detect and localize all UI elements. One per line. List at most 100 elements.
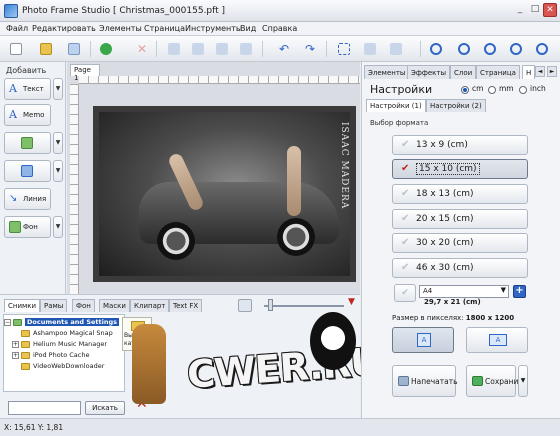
tab-layers[interactable]: Слои [450,65,477,79]
paper-size-select[interactable]: A4 ▼ [419,285,509,298]
canvas-area[interactable]: Page 1 ISAAC MADERA [67,62,360,294]
add-format-button[interactable]: + [513,285,526,298]
tabs-next-icon[interactable]: ► [547,66,557,77]
format-30x20-button[interactable]: ✔ 30 x 20 (cm) [392,233,528,253]
clear-search-icon[interactable]: ✕ [136,397,150,411]
tab-backgrounds[interactable]: Фон [72,299,95,312]
tabs-prev-icon[interactable]: ◄ [535,66,545,77]
subtab-settings-1[interactable]: Настройки (1) [366,99,426,112]
format-18x13-button[interactable]: ✔ 18 x 13 (cm) [392,184,528,204]
landscape-button[interactable]: A [466,327,528,353]
tab-clipart[interactable]: Клипарт [130,299,170,312]
format-15x10-button[interactable]: ✔ 15 x 10 (cm) [392,159,528,179]
down-arrow-icon[interactable]: ▼ [348,297,355,307]
add-background-dropdown[interactable]: ▼ [53,216,63,238]
arrange-icon [240,43,252,55]
subtab-settings-2[interactable]: Настройки (2) [426,99,486,112]
send-back-button[interactable] [214,41,230,57]
close-button[interactable]: ✕ [543,3,557,17]
add-text-dropdown[interactable]: ▼ [53,78,63,100]
print-button[interactable]: Напечатать [392,365,458,397]
add-shape-button[interactable] [4,160,51,182]
minimize-button[interactable]: _ [513,3,527,17]
add-background-button[interactable]: Фон [4,216,51,238]
new-button[interactable] [8,41,24,57]
format-20x15-button[interactable]: ✔ 20 x 15 (cm) [392,209,528,229]
tree-item-label: iPod Photo Cache [33,351,90,359]
undo-button[interactable]: ↶ [276,41,292,57]
folder-tree[interactable]: − Documents and Settings Ashampoo Magica… [3,314,125,392]
folder-icon [21,330,30,337]
add-image-button[interactable] [4,132,51,154]
menu-page[interactable]: Страница [144,24,185,33]
tab-photos[interactable]: Снимки [4,299,41,312]
select-folder-tile[interactable]: Выбрать каталог [122,317,152,351]
arrange-button[interactable] [238,41,254,57]
zoom-fit-button[interactable] [482,41,498,57]
tree-item[interactable]: VideoWebDownloader [12,361,124,372]
tab-masks[interactable]: Маски [99,299,130,312]
thumbnail-view-button[interactable] [238,299,252,312]
toolbar-separator [156,41,157,57]
add-shape-dropdown[interactable]: ▼ [53,160,63,182]
tab-effects[interactable]: Эффекты [407,65,450,79]
tree-item[interactable]: − Documents and Settings [4,317,124,328]
page-tab[interactable]: Page 1 [70,64,100,82]
menu-file[interactable]: Файл [6,24,28,33]
bring-front-button[interactable] [190,41,206,57]
save-toolbar-button[interactable] [66,41,82,57]
search-input[interactable] [8,401,81,415]
save-dropdown[interactable]: ▼ [518,365,528,397]
tree-item[interactable]: Ashampoo Magical Snap [12,328,124,339]
add-memo-button[interactable]: A Memo [4,104,51,126]
align-button[interactable] [166,41,182,57]
expand-icon[interactable]: + [12,352,19,359]
tab-page[interactable]: Страница [476,65,520,79]
menu-tools[interactable]: Инструменты [185,24,242,33]
add-text-button[interactable]: A Текст [4,78,51,100]
tab-frames[interactable]: Рамы [40,299,68,312]
toolbar-separator [90,41,91,57]
add-line-button[interactable]: ↘ Линия [4,188,51,210]
portrait-button[interactable]: A [392,327,454,353]
tree-item[interactable]: + iPod Photo Cache [12,350,124,361]
format-13x9-button[interactable]: ✔ 13 x 9 (cm) [392,135,528,155]
menu-edit[interactable]: Редактировать [32,24,96,33]
tree-item[interactable]: + Helium Music Manager [12,339,124,350]
add-image-dropdown[interactable]: ▼ [53,132,63,154]
zoom-actual-button[interactable] [508,41,524,57]
unit-cm-label: cm [472,84,484,93]
delete-button[interactable]: ✕ [134,41,150,57]
crop-button[interactable] [362,41,378,57]
save-button[interactable]: Сохранить [466,365,527,397]
format-46x30-button[interactable]: ✔ 46 x 30 (cm) [392,258,528,278]
resize-button[interactable] [388,41,404,57]
menu-elements[interactable]: Элементы [99,24,142,33]
unit-inch-radio[interactable] [519,86,527,94]
select-all-button[interactable] [336,41,352,57]
redo-button[interactable]: ↷ [302,41,318,57]
open-button[interactable] [38,41,54,57]
slider-handle[interactable] [268,299,273,311]
custom-format-check[interactable]: ✔ [394,284,416,302]
help-toolbar-button[interactable] [534,41,550,57]
add-element-button[interactable] [98,41,114,57]
photo-image[interactable]: ISAAC MADERA [99,112,350,276]
menu-help[interactable]: Справка [262,24,297,33]
unit-cm-radio[interactable] [461,86,469,94]
tab-elements[interactable]: Элементы [364,65,410,79]
settings-title: Настройки [370,83,433,96]
unit-mm-radio[interactable] [488,86,496,94]
expand-icon[interactable]: + [12,341,19,348]
check-icon: ✔ [401,262,410,273]
maximize-button[interactable]: □ [528,3,542,17]
thumbnail-size-slider[interactable] [264,305,344,307]
tab-textfx[interactable]: Text FX [169,299,203,312]
search-button[interactable]: Искать [85,401,125,415]
menu-view[interactable]: Вид [240,24,256,33]
zoom-in-button[interactable] [428,41,444,57]
tab-settings[interactable]: Н [522,65,536,79]
photo-frame[interactable]: ISAAC MADERA [93,106,356,282]
zoom-out-button[interactable] [456,41,472,57]
collapse-icon[interactable]: − [4,319,11,326]
